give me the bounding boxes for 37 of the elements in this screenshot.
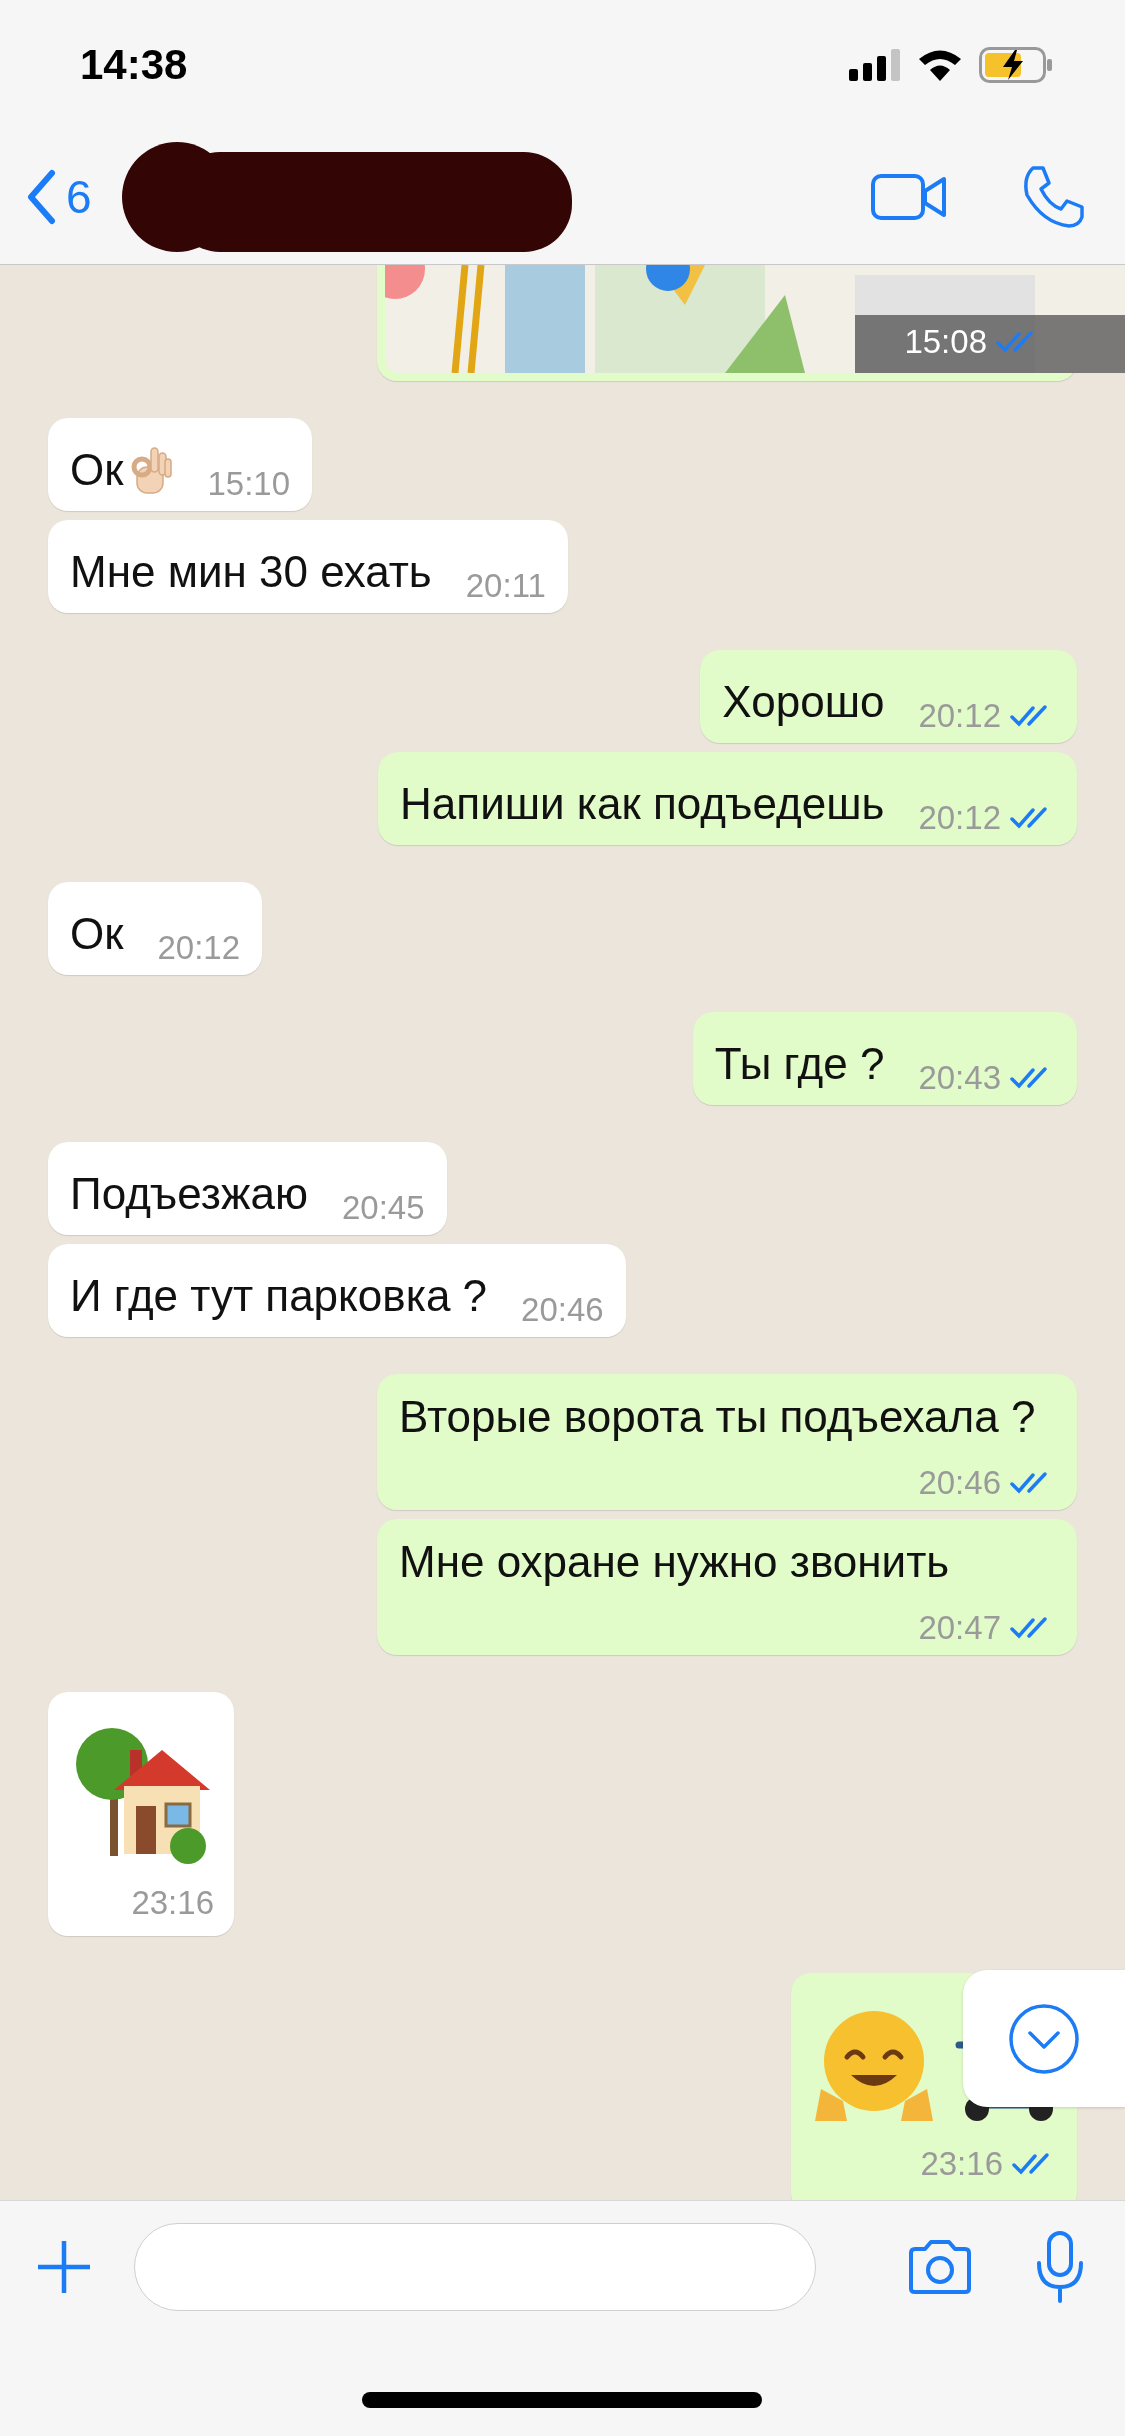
message-time: 23:16	[131, 1884, 214, 1922]
message-text: Мне мин 30 ехать	[70, 546, 432, 598]
message-time: 20:45	[341, 1189, 425, 1227]
scroll-down-button[interactable]	[963, 1970, 1125, 2107]
message-text: Подъезжаю	[70, 1168, 308, 1220]
plus-icon[interactable]	[36, 2239, 92, 2295]
message-text: Ок	[70, 908, 124, 960]
camera-icon[interactable]	[907, 2239, 973, 2295]
message-text: Напиши как подъедешь	[400, 778, 885, 830]
message-time: 20:43	[918, 1059, 1001, 1097]
hugging-emoji-icon	[813, 2009, 935, 2123]
message-text: Ты где ?	[714, 1038, 885, 1090]
message-time: 20:11	[465, 567, 546, 605]
phone-call-icon[interactable]	[1021, 165, 1085, 229]
message-time: 20:12	[157, 929, 241, 967]
wifi-icon	[917, 48, 963, 82]
battery-charging-icon	[979, 47, 1053, 83]
message-text: Хорошо	[722, 676, 885, 728]
back-button[interactable]: 6	[26, 169, 92, 225]
message-text: Вторые ворота ты подъехала ?	[399, 1391, 1036, 1443]
message-text: Ок	[70, 444, 124, 496]
video-call-icon[interactable]	[871, 173, 947, 221]
microphone-icon[interactable]	[1035, 2231, 1085, 2303]
chevron-down-icon	[1008, 2002, 1080, 2075]
message-time: 20:46	[918, 1464, 1001, 1502]
message-text: Мне охране нужно звонить	[399, 1536, 950, 1588]
signal-icon	[849, 49, 901, 81]
status-time: 14:38	[80, 41, 188, 89]
ok-hand-icon	[129, 445, 174, 495]
message-time: 20:47	[918, 1609, 1001, 1647]
message-time: 20:46	[521, 1291, 604, 1329]
message-time: 20:12	[918, 697, 1001, 735]
message-time: 23:16	[920, 2145, 1003, 2183]
message-time: 20:12	[918, 799, 1001, 837]
message-time: 15:08	[904, 323, 987, 361]
message-text: И где тут парковка ?	[70, 1270, 488, 1322]
message-time: 15:10	[207, 465, 291, 503]
